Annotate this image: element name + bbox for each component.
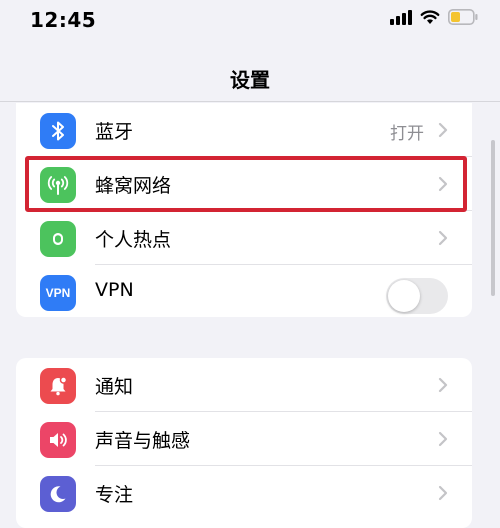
settings-row-value: 打开 — [390, 124, 424, 144]
vpn-icon-text: VPN — [45, 286, 71, 300]
nav-bar: 设置 — [0, 40, 500, 102]
focus-moon-icon — [40, 476, 76, 512]
nav-divider — [0, 101, 500, 102]
settings-row-sounds[interactable]: 声音与触感 — [16, 412, 472, 466]
toggle-knob — [388, 280, 420, 312]
scrollbar[interactable] — [491, 140, 495, 296]
chevron-right-icon — [436, 229, 450, 247]
settings-row-label: 通知 — [95, 376, 134, 398]
settings-row-label: 声音与触感 — [95, 430, 191, 452]
settings-row-hotspot[interactable]: 个人热点 — [16, 211, 472, 265]
notifications-icon — [40, 368, 76, 404]
sound-icon — [40, 422, 76, 458]
settings-row-label: 个人热点 — [95, 229, 172, 251]
settings-group-notifications: 通知 声音与触感 专注 — [16, 358, 472, 528]
signal-icon — [390, 9, 412, 29]
highlight-box — [25, 156, 467, 212]
settings-row-bluetooth[interactable]: 蓝牙 打开 — [16, 103, 472, 157]
page-title: 设置 — [230, 68, 270, 92]
status-icons — [390, 9, 478, 29]
wifi-icon — [420, 9, 440, 29]
settings-row-label: 蓝牙 — [95, 121, 134, 143]
bluetooth-icon — [40, 113, 76, 149]
settings-row-label: VPN — [95, 279, 134, 301]
chevron-right-icon — [436, 484, 450, 502]
battery-icon — [448, 9, 478, 29]
settings-row-label: 专注 — [95, 484, 134, 506]
hotspot-icon — [40, 221, 76, 257]
status-bar: 12:45 — [0, 0, 500, 40]
chevron-right-icon — [436, 376, 450, 394]
settings-row-notifications[interactable]: 通知 — [16, 358, 472, 412]
vpn-icon: VPN — [40, 275, 76, 311]
status-time: 12:45 — [30, 8, 97, 32]
chevron-right-icon — [436, 430, 450, 448]
vpn-toggle[interactable] — [386, 278, 448, 314]
settings-row-vpn[interactable]: VPN VPN — [16, 265, 472, 317]
chevron-right-icon — [436, 121, 450, 139]
